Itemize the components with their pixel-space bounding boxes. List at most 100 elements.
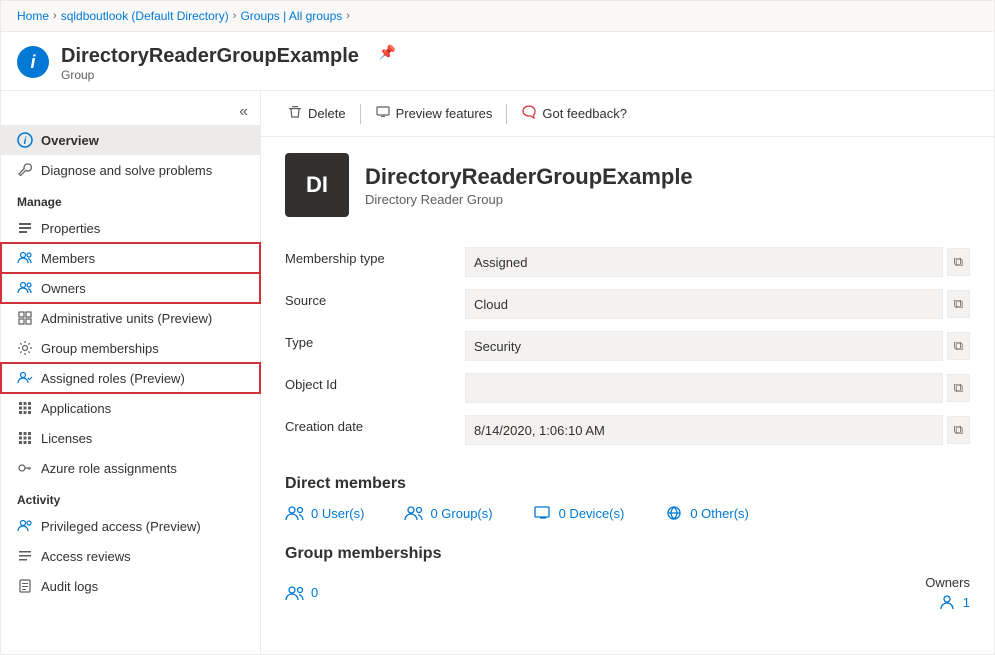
copy-source-btn[interactable]: ⧉ xyxy=(947,290,970,318)
sidebar-label-diagnose: Diagnose and solve problems xyxy=(41,163,212,178)
sidebar-item-audit-logs[interactable]: Audit logs xyxy=(1,571,260,601)
owners-label: Owners xyxy=(925,575,970,590)
memberships-row: 0 Owners 1 xyxy=(285,575,970,610)
delete-label: Delete xyxy=(308,106,346,121)
sidebar-item-overview[interactable]: i Overview xyxy=(1,125,260,155)
breadcrumb-sep-2: › xyxy=(233,10,237,22)
users-icon xyxy=(285,505,305,521)
sidebar-item-admin-units[interactable]: Administrative units (Preview) xyxy=(1,303,260,333)
manage-section-label: Manage xyxy=(1,185,260,213)
resource-header-info: DirectoryReaderGroupExample Group xyxy=(61,44,359,82)
members-row: 0 User(s) 0 Group(s) xyxy=(285,505,970,521)
prop-value-type: Security ⧉ xyxy=(465,325,970,367)
memberships-count: 0 xyxy=(311,585,318,600)
assigned-roles-icon xyxy=(17,370,33,386)
resource-title: DirectoryReaderGroupExample xyxy=(61,44,359,68)
sidebar-item-applications[interactable]: Applications xyxy=(1,393,260,423)
devices-stat[interactable]: 0 Device(s) xyxy=(533,505,625,521)
group-memberships-title: Group memberships xyxy=(285,545,970,563)
activity-section-label: Activity xyxy=(1,483,260,511)
avatar-text: DI xyxy=(306,172,328,198)
sidebar: « i Overview Diagnose and solve problems… xyxy=(1,91,261,654)
breadcrumb-sep-1: › xyxy=(53,10,57,22)
prop-label-creation-date: Creation date xyxy=(285,409,465,451)
resource-header-icon: i xyxy=(17,46,49,78)
copy-type-btn[interactable]: ⧉ xyxy=(947,332,970,360)
sidebar-collapse-btn[interactable]: « xyxy=(1,99,260,125)
toolbar-divider-2 xyxy=(506,104,507,124)
breadcrumb-sep-3: › xyxy=(346,10,350,22)
sidebar-item-access-reviews[interactable]: Access reviews xyxy=(1,541,260,571)
content-body: DI DirectoryReaderGroupExample Directory… xyxy=(261,137,994,626)
admin-units-icon xyxy=(17,310,33,326)
sidebar-label-licenses: Licenses xyxy=(41,431,92,446)
sidebar-item-properties[interactable]: Properties xyxy=(1,213,260,243)
resource-subtitle: Group xyxy=(61,68,359,82)
breadcrumb-home[interactable]: Home xyxy=(17,9,49,23)
toolbar-divider-1 xyxy=(360,104,361,124)
entity-description: Directory Reader Group xyxy=(365,192,693,207)
copy-object-id-btn[interactable]: ⧉ xyxy=(947,374,970,402)
feedback-label: Got feedback? xyxy=(542,106,627,121)
sidebar-item-licenses[interactable]: Licenses xyxy=(1,423,260,453)
owners-icon xyxy=(17,280,33,296)
sidebar-item-group-memberships[interactable]: Group memberships xyxy=(1,333,260,363)
preview-label: Preview features xyxy=(396,106,493,121)
prop-value-source: Cloud ⧉ xyxy=(465,283,970,325)
sidebar-label-owners: Owners xyxy=(41,281,86,296)
key-icon xyxy=(17,460,33,476)
owners-count-stat[interactable]: 1 xyxy=(937,594,970,610)
sidebar-item-owners[interactable]: Owners xyxy=(1,273,260,303)
properties-icon xyxy=(17,220,33,236)
pin-icon[interactable]: 📌 xyxy=(379,44,396,61)
sidebar-item-privileged-access[interactable]: Privileged access (Preview) xyxy=(1,511,260,541)
memberships-icon xyxy=(285,585,305,601)
audit-logs-icon xyxy=(17,578,33,594)
users-stat[interactable]: 0 User(s) xyxy=(285,505,364,521)
feedback-icon xyxy=(521,104,537,123)
membership-type-input: Assigned xyxy=(465,247,943,277)
sidebar-label-audit-logs: Audit logs xyxy=(41,579,98,594)
entity-info: DirectoryReaderGroupExample Directory Re… xyxy=(365,164,693,207)
breadcrumb-groups[interactable]: Groups | All groups xyxy=(240,9,342,23)
info-icon: i xyxy=(17,132,33,148)
sidebar-item-azure-roles[interactable]: Azure role assignments xyxy=(1,453,260,483)
owners-icon xyxy=(937,594,957,610)
applications-icon xyxy=(17,400,33,416)
devices-icon xyxy=(533,505,553,521)
source-input: Cloud xyxy=(465,289,943,319)
sidebar-label-group-memberships: Group memberships xyxy=(41,341,159,356)
feedback-button[interactable]: Got feedback? xyxy=(511,99,637,128)
globe-icon xyxy=(664,505,684,521)
preview-features-button[interactable]: Preview features xyxy=(365,99,503,128)
copy-creation-date-btn[interactable]: ⧉ xyxy=(947,416,970,444)
entity-avatar: DI xyxy=(285,153,349,217)
users-count: 0 User(s) xyxy=(311,506,364,521)
entity-header: DI DirectoryReaderGroupExample Directory… xyxy=(285,153,970,217)
groups-stat[interactable]: 0 Group(s) xyxy=(404,505,492,521)
toolbar: Delete Preview features Got feedback? xyxy=(261,91,994,137)
properties-grid: Membership type Assigned ⧉ Source Cloud … xyxy=(285,241,970,451)
gear-icon xyxy=(17,340,33,356)
sidebar-label-admin-units: Administrative units (Preview) xyxy=(41,311,212,326)
prop-label-type: Type xyxy=(285,325,465,367)
resource-header: i DirectoryReaderGroupExample Group 📌 xyxy=(1,32,994,91)
delete-button[interactable]: Delete xyxy=(277,99,356,128)
owners-section: Owners 1 xyxy=(925,575,970,610)
breadcrumb-directory[interactable]: sqldboutlook (Default Directory) xyxy=(61,9,229,23)
wrench-icon xyxy=(17,162,33,178)
licenses-icon xyxy=(17,430,33,446)
sidebar-label-overview: Overview xyxy=(41,133,99,148)
devices-count: 0 Device(s) xyxy=(559,506,625,521)
sidebar-item-diagnose[interactable]: Diagnose and solve problems xyxy=(1,155,260,185)
sidebar-item-assigned-roles[interactable]: Assigned roles (Preview) xyxy=(1,363,260,393)
others-stat[interactable]: 0 Other(s) xyxy=(664,505,749,521)
sidebar-item-members[interactable]: Members xyxy=(1,243,260,273)
header-icon-text: i xyxy=(30,52,35,73)
access-reviews-icon xyxy=(17,548,33,564)
prop-value-creation-date: 8/14/2020, 1:06:10 AM ⧉ xyxy=(465,409,970,451)
object-id-input xyxy=(465,373,943,403)
copy-membership-type-btn[interactable]: ⧉ xyxy=(947,248,970,276)
prop-label-object-id: Object Id xyxy=(285,367,465,409)
memberships-count-stat[interactable]: 0 xyxy=(285,585,318,601)
